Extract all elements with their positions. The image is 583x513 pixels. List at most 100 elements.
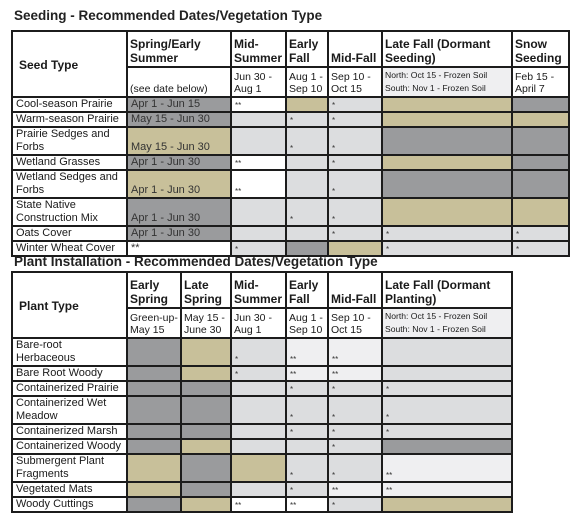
row-label: Bare Root Woody: [11, 365, 128, 382]
column-header: Early Spring: [126, 271, 182, 309]
schedule-cell: *: [327, 380, 383, 397]
row-label: Oats Cover: [11, 225, 128, 242]
schedule-cell: [180, 423, 232, 440]
schedule-cell: [180, 365, 232, 382]
column-dates: May 15 - June 30: [180, 307, 232, 339]
row-label: Warm-season Prairie: [11, 111, 128, 128]
row-label: Wetland Sedges and Forbs: [11, 169, 128, 199]
schedule-cell: **: [327, 481, 383, 498]
schedule-cell: [180, 453, 232, 483]
schedule-cell: [511, 154, 570, 171]
schedule-cell: **: [230, 154, 287, 171]
schedule-cell: **: [327, 365, 383, 382]
schedule-cell: *: [327, 453, 383, 483]
schedule-cell: *: [327, 96, 383, 113]
column-header: Mid-Summer: [230, 30, 287, 68]
schedule-cell: May 15 - Jun 30: [126, 126, 232, 156]
schedule-cell: *: [381, 423, 513, 440]
schedule-cell: **: [285, 365, 329, 382]
schedule-cell: [511, 197, 570, 227]
planting-table-body: Bare-root Herbaceous * ** ** Bare Root Woody…: [11, 337, 513, 513]
table-row: Oats Cover Apr 1 - Jun 30 * * *: [11, 225, 570, 242]
column-dates: Feb 15 - April 7: [511, 66, 570, 98]
schedule-cell: [126, 423, 182, 440]
table-row: Cool-season Prairie Apr 1 - Jun 15 ** *: [11, 96, 570, 113]
schedule-cell: [230, 395, 287, 425]
table-row: Prairie Sedges and Forbs May 15 - Jun 30 *…: [11, 126, 570, 156]
schedule-cell: [381, 438, 513, 455]
dates-south: South: Nov 1 - Frozen Soil: [385, 83, 486, 93]
schedule-cell: **: [381, 481, 513, 498]
schedule-cell: *: [327, 111, 383, 128]
schedule-cell: [230, 453, 287, 483]
schedule-cell: [126, 337, 182, 367]
column-dates-late-fall: North: Oct 15 - Frozen Soil South: Nov 1 …: [381, 307, 513, 339]
table-row: Wetland Sedges and Forbs Apr 1 - Jun 30 **…: [11, 169, 570, 199]
schedule-cell: [126, 481, 182, 498]
column-header: Late Fall (Dormant Planting): [381, 271, 513, 309]
schedule-cell: [381, 111, 513, 128]
schedule-cell: [180, 337, 232, 367]
seeding-table: Seed Type Spring/Early Summer Mid-Summer…: [11, 30, 570, 257]
column-header: Early Fall: [285, 271, 329, 309]
schedule-cell: *: [285, 395, 329, 425]
schedule-cell: *: [285, 453, 329, 483]
schedule-cell: [126, 395, 182, 425]
planting-table-title: Plant Installation - Recommended Dates/V…: [14, 254, 378, 269]
column-header: Mid-Fall: [327, 30, 383, 68]
schedule-cell: [381, 365, 513, 382]
schedule-cell: **: [285, 496, 329, 513]
schedule-cell: [126, 365, 182, 382]
schedule-cell: May 15 - Jun 30: [126, 111, 232, 128]
schedule-cell: [126, 453, 182, 483]
planting-table: Plant Type Early Spring Late Spring Mid-…: [11, 271, 513, 513]
schedule-cell: [126, 380, 182, 397]
dates-north: North: Oct 15 - Frozen Soil: [385, 311, 488, 321]
schedule-cell: *: [511, 240, 570, 257]
column-header: Late Fall (Dormant Seeding): [381, 30, 513, 68]
row-label: Bare-root Herbaceous: [11, 337, 128, 367]
column-dates: Sep 10 - Oct 15: [327, 66, 383, 98]
schedule-cell: *: [327, 126, 383, 156]
column-header: Snow Seeding: [511, 30, 570, 68]
column-dates: Aug 1 - Sep 10: [285, 307, 329, 339]
schedule-cell: *: [381, 380, 513, 397]
schedule-cell: *: [285, 423, 329, 440]
row-label: Woody Cuttings: [11, 496, 128, 513]
schedule-cell: *: [327, 154, 383, 171]
schedule-cell: **: [230, 169, 287, 199]
schedule-cell: Apr 1 - Jun 15: [126, 96, 232, 113]
column-dates-late-fall: North: Oct 15 - Frozen Soil South: Nov 1 …: [381, 66, 513, 98]
schedule-cell: [285, 225, 329, 242]
table-row: Containerized Marsh * * *: [11, 423, 513, 440]
schedule-cell: [180, 380, 232, 397]
schedule-cell: [285, 169, 329, 199]
schedule-cell: [230, 225, 287, 242]
schedule-cell: *: [327, 169, 383, 199]
schedule-cell: [381, 169, 513, 199]
table-row: Containerized Prairie * * *: [11, 380, 513, 397]
schedule-cell: [230, 111, 287, 128]
schedule-cell: *: [327, 438, 383, 455]
schedule-cell: [285, 96, 329, 113]
schedule-cell: *: [381, 225, 513, 242]
schedule-cell: [511, 126, 570, 156]
schedule-cell: **: [327, 337, 383, 367]
schedule-cell: *: [285, 481, 329, 498]
plant-type-header: Plant Type: [11, 271, 128, 339]
column-dates: Sep 10 - Oct 15: [327, 307, 383, 339]
table-row: Bare Root Woody * ** **: [11, 365, 513, 382]
schedule-cell: [230, 481, 287, 498]
schedule-cell: Apr 1 - Jun 30: [126, 225, 232, 242]
row-label: State Native Construction Mix: [11, 197, 128, 227]
schedule-cell: *: [230, 337, 287, 367]
schedule-cell: [381, 126, 513, 156]
schedule-cell: [180, 481, 232, 498]
dates-north: North: Oct 15 - Frozen Soil: [385, 70, 488, 80]
column-dates: Green-up-May 15: [126, 307, 182, 339]
schedule-cell: [285, 154, 329, 171]
schedule-cell: Apr 1 - Jun 30: [126, 197, 232, 227]
schedule-cell: *: [381, 240, 513, 257]
schedule-cell: [180, 395, 232, 425]
row-label: Vegetated Mats: [11, 481, 128, 498]
